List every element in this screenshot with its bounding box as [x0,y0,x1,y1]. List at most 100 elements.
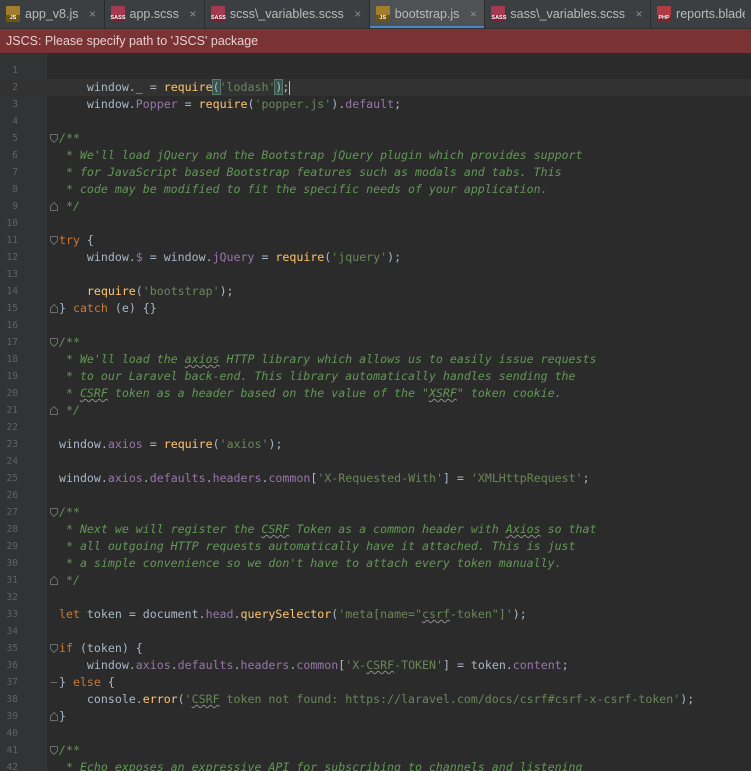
code-token: $ [135,250,143,264]
code-line[interactable]: 37} else { [0,674,751,691]
code-line[interactable]: 38 console.error('CSRF token not found: … [0,691,751,708]
code-text: require('bootstrap'); [59,283,234,300]
code-token: { [100,675,115,689]
fold-start-icon[interactable] [50,746,58,755]
fold-end-icon[interactable] [50,712,58,721]
code-text: console.error('CSRF token not found: htt… [59,691,694,708]
code-line[interactable]: 39} [0,708,751,725]
code-line[interactable]: 28 * Next we will register the CSRF Toke… [0,521,751,538]
code-line[interactable]: 36 window.axios.defaults.headers.common[… [0,657,751,674]
code-line[interactable]: 40 [0,725,751,742]
code-line[interactable]: 6 * We'll load jQuery and the Bootstrap … [0,147,751,164]
code-editor[interactable]: 12 window._ = require('lodash'); 3 window… [0,54,751,771]
code-text: } else { [59,674,115,691]
tab-sass-variables-scss[interactable]: SASS sass\_variables.scss × [485,0,652,28]
code-line[interactable]: 7 * for JavaScript based Bootstrap featu… [0,164,751,181]
line-number: 30 [6,558,18,569]
code-line[interactable]: 10 [0,215,751,232]
code-line[interactable]: 24 [0,453,751,470]
code-token: _ [135,80,143,94]
code-line[interactable]: 9 */ [0,198,751,215]
code-text: * a simple convenience so we don't have … [59,555,562,572]
code-token: axios [107,437,143,451]
code-token: */ [59,403,80,417]
fold-start-icon[interactable] [50,338,58,347]
code-line[interactable]: 2 window._ = require('lodash'); [0,79,751,96]
line-number: 4 [12,116,18,127]
code-line[interactable]: 5 /** [0,130,751,147]
code-line[interactable]: 11 try { [0,232,751,249]
tab-app-scss[interactable]: SASS app.scss × [105,0,205,28]
code-line[interactable]: 26 [0,487,751,504]
fold-marker-icon[interactable] [50,678,58,687]
fold-end-icon[interactable] [50,304,58,313]
code-text: window.axios.defaults.headers.common['X-… [59,470,590,487]
code-line[interactable]: 41 /** [0,742,751,759]
code-text: window.axios = require('axios'); [59,436,282,453]
code-line[interactable]: 1 [0,62,751,79]
code-line[interactable]: 31 */ [0,572,751,589]
code-line[interactable]: 3 window.Popper = require('popper.js').d… [0,96,751,113]
tab-app-v8-js[interactable]: JS app_v8.js × [0,0,105,28]
code-token: let [59,607,80,621]
code-line[interactable]: 20 * CSRF token as a header based on the… [0,385,751,402]
fold-start-icon[interactable] [50,508,58,517]
fold-end-icon[interactable] [50,576,58,585]
fold-start-icon[interactable] [50,236,58,245]
code-token: ( [135,284,143,298]
close-tab-icon[interactable]: × [186,7,200,21]
code-line[interactable]: 13 [0,266,751,283]
code-line[interactable]: 16 [0,317,751,334]
code-text: /** [59,504,80,521]
code-token: Popper [135,97,178,111]
jscs-notification-banner[interactable]: JSCS: Please specify path to 'JSCS' pack… [0,29,751,53]
code-line[interactable]: 27 /** [0,504,751,521]
code-text: */ [59,198,80,215]
code-line[interactable]: 32 [0,589,751,606]
code-line[interactable]: 18 * We'll load the axios HTTP library w… [0,351,751,368]
code-line[interactable]: 12 window.$ = window.jQuery = require('j… [0,249,751,266]
code-text: * Echo exposes an expressive API for sub… [59,759,583,771]
tab-bootstrap-js[interactable]: JS bootstrap.js × [369,0,486,28]
code-token: ] = token. [442,658,513,672]
matched-brace: ( [211,79,221,95]
code-line[interactable]: 8 * code may be modified to fit the spec… [0,181,751,198]
spelling-warning-token: XSRF [428,386,457,400]
code-token: */ [59,199,80,213]
code-line[interactable]: 14 require('bootstrap'); [0,283,751,300]
code-line[interactable]: 4 [0,113,751,130]
code-line[interactable]: 25 window.axios.defaults.headers.common['… [0,470,751,487]
code-line[interactable]: 35 if (token) { [0,640,751,657]
tab-reports-blade-php[interactable]: PHPreports.blade.php× [651,0,751,28]
code-token: window. [59,80,136,94]
code-line[interactable]: 15} catch (e) {} [0,300,751,317]
code-token: content [512,658,562,672]
close-tab-icon[interactable]: × [466,7,480,21]
fold-start-icon[interactable] [50,644,58,653]
code-line[interactable]: 22 [0,419,751,436]
code-line[interactable]: 33 let token = document.head.querySelecto… [0,606,751,623]
code-line[interactable]: 30 * a simple convenience so we don't ha… [0,555,751,572]
close-tab-icon[interactable]: × [351,7,365,21]
code-line[interactable]: 29 * all outgoing HTTP requests automati… [0,538,751,555]
code-line[interactable]: 42 * Echo exposes an expressive API for … [0,759,751,771]
code-text: * We'll load the axios HTTP library whic… [59,351,597,368]
tab-label: reports.blade.php [676,7,751,21]
code-line[interactable]: 17 /** [0,334,751,351]
fold-start-icon[interactable] [50,134,58,143]
code-token: window. [59,97,136,111]
close-tab-icon[interactable]: × [86,7,100,21]
code-line[interactable]: 21 */ [0,402,751,419]
code-token: * a simple convenience so we don't have … [59,556,562,570]
code-token: if [59,641,73,655]
code-token: /** [59,743,80,757]
code-text: window.Popper = require('popper.js').def… [59,96,401,113]
code-line[interactable]: 23 window.axios = require('axios'); [0,436,751,453]
code-line[interactable]: 34 [0,623,751,640]
fold-end-icon[interactable] [50,406,58,415]
tab-scss-variables-scss[interactable]: SASS scss\_variables.scss × [205,0,370,28]
text-caret [289,80,291,95]
code-line[interactable]: 19 * to our Laravel back-end. This libra… [0,368,751,385]
close-tab-icon[interactable]: × [632,7,646,21]
fold-end-icon[interactable] [50,202,58,211]
